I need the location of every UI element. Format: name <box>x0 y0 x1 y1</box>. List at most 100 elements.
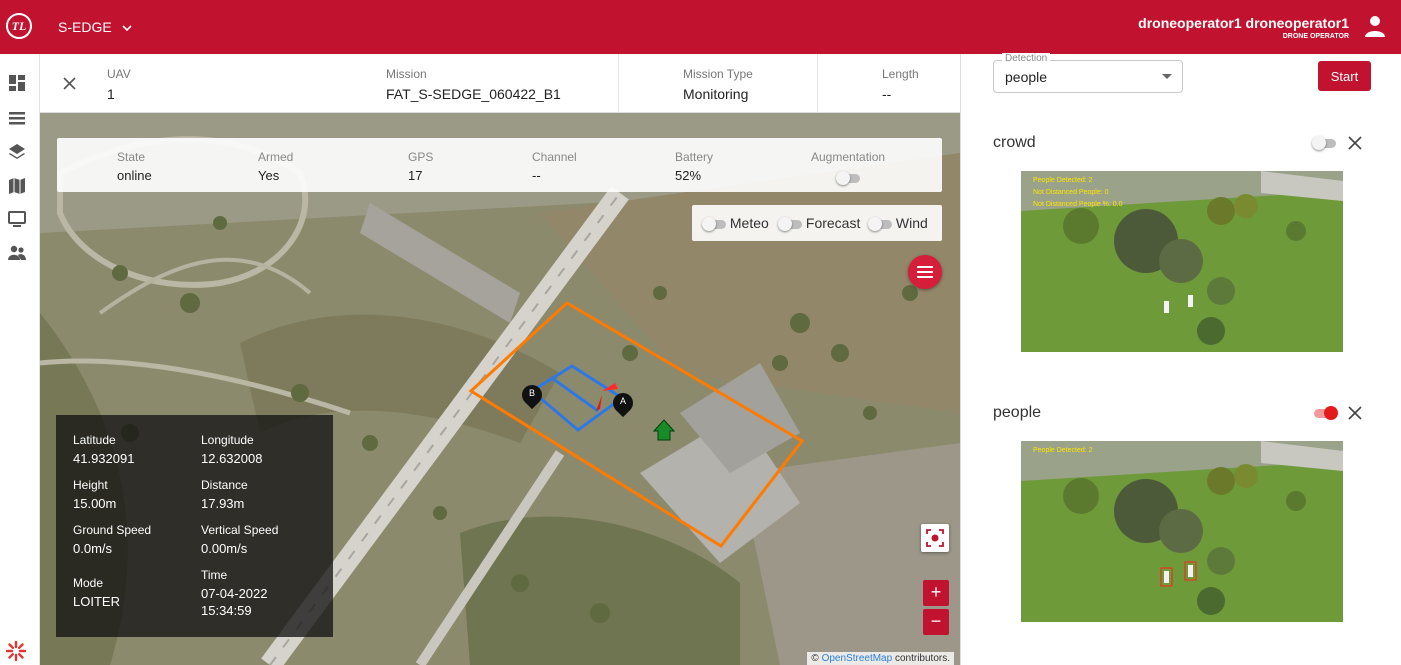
gps-label: GPS <box>408 150 434 164</box>
longitude-value: 12.632008 <box>201 451 263 466</box>
longitude-label: Longitude <box>201 433 254 447</box>
crowd-video-feed: People Detected: 2 Not Distanced People:… <box>1021 171 1343 352</box>
map-menu-button[interactable] <box>908 255 942 289</box>
vertical-speed-field: Vertical Speed 0.00m/s <box>201 523 278 556</box>
longitude-field: Longitude 12.632008 <box>201 433 262 466</box>
dropdown-arrow-icon <box>1162 74 1172 79</box>
app-logo[interactable]: TL <box>6 13 32 39</box>
layers-icon[interactable] <box>8 143 26 161</box>
detection-select-label: Detection <box>1002 53 1051 64</box>
divider <box>817 54 818 113</box>
account-icon[interactable] <box>1363 14 1387 38</box>
focus-icon <box>926 529 944 547</box>
zoom-out-button[interactable]: − <box>923 609 949 635</box>
people-feed-image <box>1021 441 1343 622</box>
uav-label: UAV <box>107 67 131 81</box>
armed-field: Armed Yes <box>258 150 293 183</box>
ground-speed-value: 0.0m/s <box>73 541 113 556</box>
meteo-toggle-group[interactable]: Meteo <box>702 215 769 231</box>
zoom-in-button[interactable]: + <box>923 580 949 606</box>
wind-toggle[interactable] <box>868 216 892 231</box>
weather-layers-panel: Meteo Forecast Wind <box>692 205 942 241</box>
monitor-icon[interactable] <box>8 210 26 228</box>
crowd-section-title: crowd <box>993 134 1036 151</box>
detection-panel: Detection people Start crowd People Dete… <box>960 53 1401 665</box>
detection-select[interactable]: Detection people <box>993 53 1183 93</box>
app-name: S-EDGE <box>58 19 112 35</box>
augmentation-toggle[interactable] <box>836 171 860 186</box>
gps-field: GPS 17 <box>408 150 433 183</box>
dashboard-icon[interactable] <box>8 74 26 92</box>
crowd-overlay-line: Not Distanced People: 0 <box>1033 189 1109 196</box>
battery-field: Battery 52% <box>675 150 713 183</box>
app-selector[interactable]: S-EDGE <box>58 19 132 35</box>
wind-label: Wind <box>895 215 928 231</box>
mission-label: Mission <box>386 67 427 81</box>
forecast-toggle-group[interactable]: Forecast <box>778 215 860 231</box>
menu-icon <box>917 266 933 278</box>
close-crowd-icon[interactable] <box>1348 136 1362 150</box>
close-icon[interactable] <box>63 77 76 90</box>
crowd-toggle[interactable] <box>1312 136 1336 150</box>
people-icon[interactable] <box>8 244 26 262</box>
augmentation-field: Augmentation <box>811 150 885 188</box>
battery-label: Battery <box>675 150 714 164</box>
mission-type-label: Mission Type <box>683 67 753 81</box>
center-map-button[interactable] <box>921 524 949 552</box>
people-toggle[interactable] <box>1314 406 1338 420</box>
latitude-field: Latitude 41.932091 <box>73 433 134 466</box>
detection-select-value: people <box>1005 69 1048 85</box>
battery-value: 52% <box>675 168 702 183</box>
people-overlay-line: People Detected: 2 <box>1033 447 1093 454</box>
time-field: Time 07-04-2022 15:34:59 <box>201 568 268 618</box>
map-view[interactable]: B A State online Armed Yes GPS 17 Channe… <box>40 113 960 665</box>
channel-field: Channel -- <box>532 150 577 183</box>
crowd-overlay-line: People Detected: 2 <box>1033 177 1093 184</box>
mission-field: Mission FAT_S-SEDGE_060422_B1 <box>386 67 561 102</box>
map-attribution: © OpenStreetMap contributors. <box>807 652 954 665</box>
augmentation-label: Augmentation <box>811 150 886 164</box>
length-value: -- <box>882 86 892 102</box>
mission-type-field: Mission Type Monitoring <box>683 67 753 102</box>
user-info: droneoperator1 droneoperator1 DRONE OPER… <box>1138 15 1349 40</box>
length-field: Length -- <box>882 67 919 102</box>
time-value: 15:34:59 <box>201 603 252 618</box>
mission-type-value: Monitoring <box>683 86 749 102</box>
uav-field: UAV 1 <box>107 67 131 102</box>
time-label: Time <box>201 568 228 582</box>
latitude-label: Latitude <box>73 433 116 447</box>
forecast-toggle[interactable] <box>778 216 802 231</box>
attribution-link[interactable]: OpenStreetMap <box>822 653 893 664</box>
people-section-title: people <box>993 404 1042 421</box>
list-icon[interactable] <box>8 109 26 127</box>
wind-toggle-group[interactable]: Wind <box>868 215 928 231</box>
height-label: Height <box>73 478 108 492</box>
mission-header: UAV 1 Mission FAT_S-SEDGE_060422_B1 Miss… <box>40 54 960 113</box>
telemetry-panel: Latitude 41.932091 Longitude 12.632008 Hei… <box>56 415 333 637</box>
uav-value: 1 <box>107 86 115 102</box>
waypoint-b-label: B <box>528 388 535 398</box>
start-button[interactable]: Start <box>1318 61 1371 91</box>
latitude-value: 41.932091 <box>73 451 135 466</box>
close-people-icon[interactable] <box>1348 406 1362 420</box>
vertical-speed-label: Vertical Speed <box>201 523 279 537</box>
divider <box>618 54 619 113</box>
crowd-feed-image <box>1021 171 1343 352</box>
top-bar: TL S-EDGE droneoperator1 droneoperator1 … <box>0 0 1401 54</box>
chevron-down-icon <box>122 25 132 32</box>
ground-speed-field: Ground Speed 0.0m/s <box>73 523 151 556</box>
meteo-label: Meteo <box>729 215 769 231</box>
height-field: Height 15.00m <box>73 478 116 511</box>
meteo-toggle[interactable] <box>702 216 726 231</box>
distance-label: Distance <box>201 478 248 492</box>
user-name: droneoperator1 droneoperator1 <box>1138 15 1349 31</box>
mission-value: FAT_S-SEDGE_060422_B1 <box>386 86 561 102</box>
attribution-prefix: © <box>811 653 822 664</box>
armed-value: Yes <box>258 168 280 183</box>
map-icon[interactable] <box>8 177 26 195</box>
state-label: State <box>117 150 146 164</box>
state-value: online <box>117 168 152 183</box>
date-value: 07-04-2022 <box>201 586 268 601</box>
channel-label: Channel <box>532 150 577 164</box>
mode-field: Mode LOITER <box>73 576 120 609</box>
